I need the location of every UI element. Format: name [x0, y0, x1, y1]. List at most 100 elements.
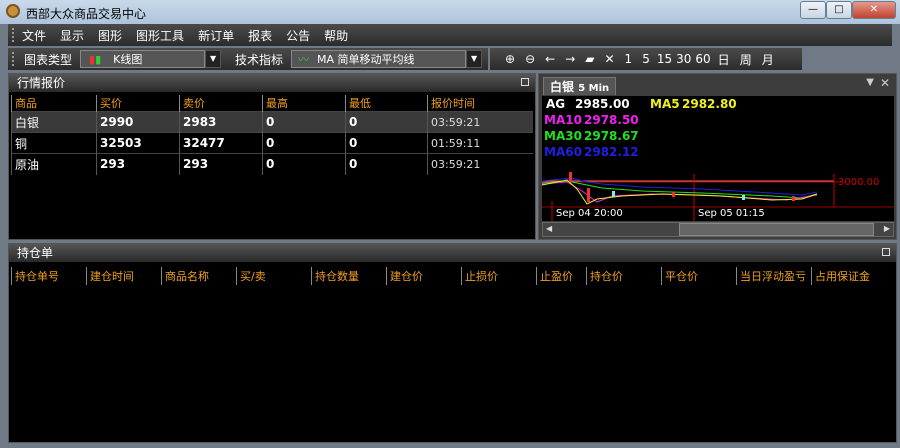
- scrollbar-thumb[interactable]: [679, 223, 874, 236]
- col-header[interactable]: 止损价: [461, 267, 537, 285]
- col-header[interactable]: 最高: [262, 95, 346, 112]
- chart-panel: 白银 5 Min ▼ ✕ AG 2985.00 MA5 2982.80 MA10…: [538, 73, 897, 240]
- candle: [587, 188, 590, 202]
- candle: [792, 196, 795, 201]
- quotes-panel: 行情报价 商品 买价 卖价 最高 最低 报价时间 白银 2990 2983 0 0 03:…: [8, 73, 536, 240]
- close-icon[interactable]: ✕: [880, 76, 890, 90]
- time-axis-label: Sep 05 01:15: [698, 208, 765, 219]
- col-header[interactable]: 持仓价: [586, 267, 662, 285]
- line-chart-icon: 〰: [298, 53, 310, 66]
- table-row[interactable]: 原油 293 293 0 0 03:59:21: [11, 153, 533, 175]
- col-header[interactable]: 商品名称: [161, 267, 237, 285]
- indicator-label: 技术指标: [235, 52, 284, 67]
- price-chart[interactable]: AG 2985.00 MA5 2982.80 MA10 2978.50 MA30…: [542, 96, 894, 221]
- scroll-right-icon[interactable]: ▶: [884, 224, 890, 233]
- cell: 0: [262, 132, 346, 154]
- grip-handle[interactable]: [12, 28, 15, 42]
- period-60[interactable]: 60: [695, 52, 710, 66]
- price-axis-label: 3000.00: [838, 177, 880, 188]
- maximize-icon[interactable]: [882, 248, 890, 256]
- table-row[interactable]: 铜 32503 32477 0 0 01:59:11: [11, 132, 533, 154]
- cell: 03:59:21: [427, 153, 533, 175]
- col-header[interactable]: 建仓价: [386, 267, 462, 285]
- menu-help[interactable]: 帮助: [324, 27, 348, 44]
- indicator-select[interactable]: 〰 MA 简单移动平均线 ▼: [291, 50, 483, 68]
- time-axis-label: Sep 04 20:00: [556, 208, 623, 219]
- cell: 01:59:11: [427, 132, 533, 154]
- crosshair-icon[interactable]: ✕: [604, 52, 614, 66]
- cell: 32477: [179, 132, 263, 154]
- col-header[interactable]: 卖价: [179, 95, 263, 112]
- menu-chart-tools[interactable]: 图形工具: [136, 27, 184, 44]
- menu-announcements[interactable]: 公告: [286, 27, 310, 44]
- chart-type-select[interactable]: ▮▮ K线图 ▼: [80, 50, 222, 68]
- period-30[interactable]: 30: [676, 52, 691, 66]
- chart-scrollbar[interactable]: ◀ ▶: [542, 222, 894, 237]
- app-logo-icon: [6, 4, 20, 18]
- tab-chart-silver[interactable]: 白银 5 Min: [543, 77, 617, 95]
- period-day[interactable]: 日: [718, 51, 730, 68]
- period-1[interactable]: 1: [625, 52, 633, 66]
- quotes-panel-title: 行情报价: [17, 76, 66, 90]
- menu-new-order[interactable]: 新订单: [198, 27, 234, 44]
- menu-reports[interactable]: 报表: [248, 27, 272, 44]
- menu-file[interactable]: 文件: [22, 27, 46, 44]
- close-button[interactable]: ✕: [852, 1, 896, 19]
- scroll-left-icon[interactable]: ◀: [546, 224, 552, 233]
- maximize-button[interactable]: □: [826, 1, 852, 19]
- dropdown-icon[interactable]: ▼: [866, 77, 874, 88]
- cell: 293: [179, 153, 263, 175]
- menu-view[interactable]: 显示: [60, 27, 84, 44]
- title-bar: 西部大众商品交易中心 — □ ✕: [0, 0, 900, 24]
- col-header[interactable]: 买/卖: [236, 267, 312, 285]
- col-header[interactable]: 持仓数量: [311, 267, 387, 285]
- chart-type-label: 图表类型: [24, 52, 73, 67]
- period-5[interactable]: 5: [642, 52, 650, 66]
- grip-handle[interactable]: [12, 52, 15, 66]
- menu-chart[interactable]: 图形: [98, 27, 122, 44]
- col-header[interactable]: 止盈价: [536, 267, 587, 285]
- period-week[interactable]: 周: [740, 51, 752, 68]
- cell: 白银: [11, 111, 97, 133]
- quotes-panel-header: 行情报价: [9, 74, 535, 92]
- col-header[interactable]: 平仓价: [661, 267, 737, 285]
- window-title: 西部大众商品交易中心: [26, 7, 147, 21]
- cell: 2983: [179, 111, 263, 133]
- chevron-down-icon[interactable]: ▼: [466, 50, 483, 68]
- col-header[interactable]: 最低: [345, 95, 428, 112]
- cell: 2990: [96, 111, 180, 133]
- col-header[interactable]: 买价: [96, 95, 180, 112]
- candle: [742, 195, 745, 200]
- candle-plot: [542, 172, 894, 221]
- positions-panel-title: 持仓单: [17, 246, 54, 260]
- minimize-button[interactable]: —: [800, 1, 826, 19]
- table-header: 持仓单号 建仓时间 商品名称 买/卖 持仓数量 建仓价 止损价 止盈价 持仓价 平仓价 当日浮动盈亏…: [11, 267, 894, 285]
- col-header[interactable]: 报价时间: [427, 95, 533, 112]
- positions-panel-header: 持仓单: [9, 244, 896, 262]
- cell: 原油: [11, 153, 97, 175]
- cell: 293: [96, 153, 180, 175]
- col-header[interactable]: 商品: [11, 95, 97, 112]
- chevron-down-icon[interactable]: ▼: [205, 50, 222, 68]
- positions-panel: 持仓单 持仓单号 建仓时间 商品名称 买/卖 持仓数量 建仓价 止损价 止盈价 持仓价 平仓价 当日…: [8, 243, 897, 443]
- quotes-table: 商品 买价 卖价 最高 最低 报价时间 白银 2990 2983 0 0 03:59:21…: [11, 95, 533, 175]
- col-header[interactable]: 占用保证金: [811, 267, 894, 285]
- period-15[interactable]: 15: [657, 52, 672, 66]
- positions-table: 持仓单号 建仓时间 商品名称 买/卖 持仓数量 建仓价 止损价 止盈价 持仓价 平仓价 当日浮动盈亏…: [11, 267, 894, 285]
- folder-icon[interactable]: ▰: [585, 52, 594, 66]
- cell: 03:59:21: [427, 111, 533, 133]
- period-month[interactable]: 月: [762, 51, 774, 68]
- cell: 0: [345, 111, 428, 133]
- zoom-in-icon[interactable]: ⊕: [505, 52, 515, 66]
- arrow-right-icon[interactable]: →: [565, 52, 575, 66]
- cell: 0: [345, 153, 428, 175]
- arrow-left-icon[interactable]: ←: [545, 52, 555, 66]
- maximize-icon[interactable]: [521, 78, 529, 86]
- col-header[interactable]: 持仓单号: [11, 267, 87, 285]
- table-header: 商品 买价 卖价 最高 最低 报价时间: [11, 95, 533, 112]
- zoom-out-icon[interactable]: ⊖: [525, 52, 535, 66]
- col-header[interactable]: 当日浮动盈亏: [736, 267, 812, 285]
- table-row[interactable]: 白银 2990 2983 0 0 03:59:21: [11, 111, 533, 133]
- cell: 0: [262, 153, 346, 175]
- col-header[interactable]: 建仓时间: [86, 267, 162, 285]
